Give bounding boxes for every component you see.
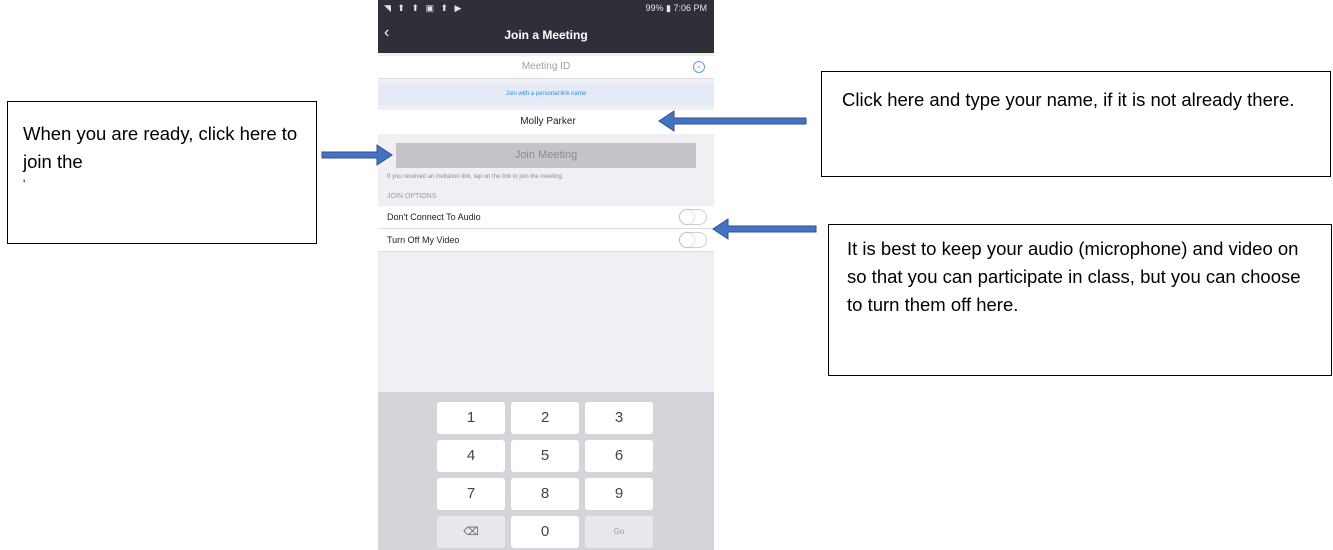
arrow-to-join-button (321, 144, 393, 166)
arrow-to-name-field (658, 110, 807, 132)
annotation-arrows (321, 110, 817, 240)
arrow-to-audio-toggle (712, 218, 817, 240)
